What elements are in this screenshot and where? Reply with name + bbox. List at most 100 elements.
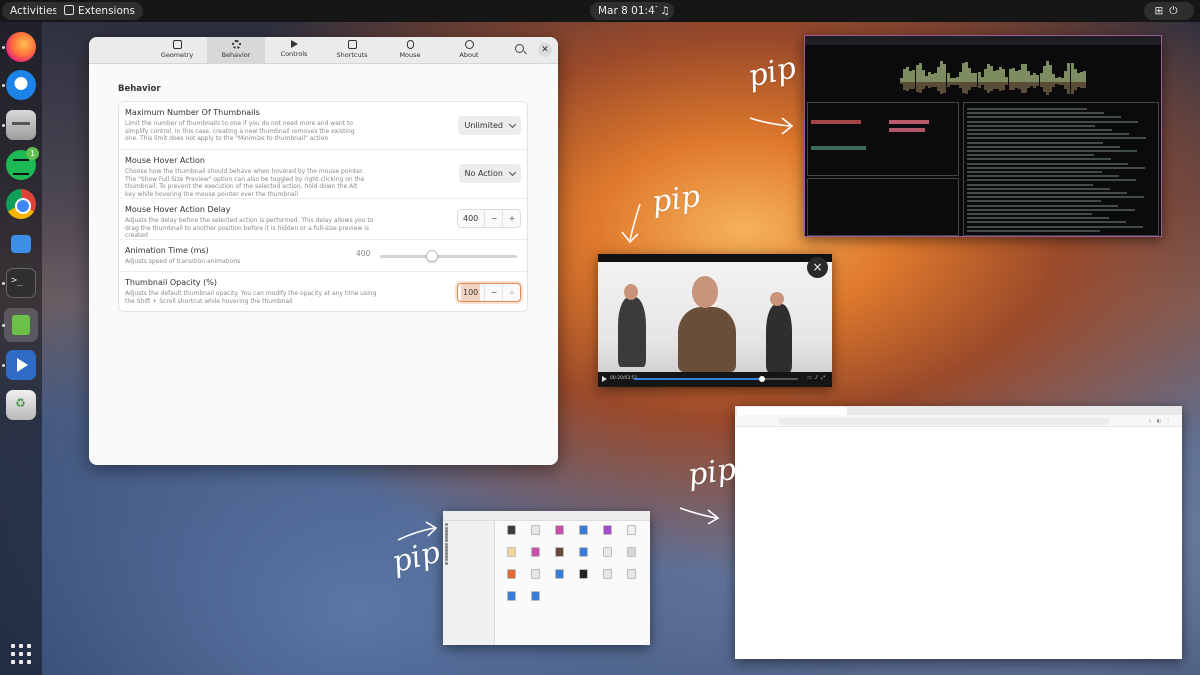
max-thumbnails-dropdown[interactable]: Unlimited — [458, 116, 521, 135]
file-item — [525, 525, 545, 542]
file-icon — [554, 547, 564, 557]
file-item — [525, 569, 545, 586]
power-icon: ⏻ — [1169, 5, 1184, 17]
file-item — [549, 525, 569, 542]
file-item — [597, 525, 617, 542]
thunderbird-icon[interactable] — [6, 70, 36, 100]
address-bar — [779, 418, 1109, 425]
decrement-button[interactable]: − — [484, 210, 503, 227]
file-item — [525, 547, 545, 564]
trash-icon[interactable] — [6, 390, 36, 420]
file-icon — [530, 569, 540, 579]
hover-action-dropdown[interactable]: No Action — [458, 164, 521, 183]
extensions-app-button[interactable]: Extensions — [56, 2, 144, 20]
waveform-bar — [1082, 71, 1086, 82]
chrome-icon[interactable] — [6, 189, 36, 219]
search-icon[interactable] — [515, 44, 524, 53]
file-icon — [602, 547, 612, 557]
top-bar: Activities Extensions Mar 8 01:47 ♫ ⊞⏻ — [0, 0, 1200, 22]
process-row — [967, 229, 1100, 232]
decrement-button[interactable]: − — [484, 284, 503, 301]
increment-button[interactable]: + — [502, 284, 521, 301]
process-row — [967, 187, 1110, 190]
process-row — [967, 162, 1128, 165]
hover-delay-spinbutton[interactable]: 400 − + — [457, 209, 521, 228]
row-title: Maximum Number Of Thumbnails — [125, 108, 260, 117]
play-icon[interactable] — [602, 376, 607, 382]
tab-controls[interactable]: Controls — [265, 37, 323, 64]
process-row — [967, 124, 1095, 127]
puzzle-icon[interactable] — [6, 228, 36, 258]
tab-about[interactable]: About — [440, 37, 498, 64]
waveform-bar — [1082, 82, 1086, 89]
file-icon — [530, 525, 540, 535]
firefox-icon[interactable] — [6, 32, 36, 62]
process-row — [967, 154, 1094, 157]
file-icon — [530, 547, 540, 557]
browser-thumbnail[interactable]: ☆ ◧ ⋮ — [735, 406, 1182, 659]
video-controls: 00:20/03:51 ▭♪⤢ — [598, 372, 832, 387]
file-item — [549, 547, 569, 564]
notification-bell-icon[interactable]: ♫ — [656, 2, 674, 20]
file-icon — [578, 569, 588, 579]
files-icon[interactable] — [6, 110, 36, 140]
net-panel — [807, 178, 959, 236]
terminal-thumbnail[interactable] — [804, 35, 1162, 237]
row-hover-action: Mouse Hover Action Choose how the thumbn… — [119, 150, 527, 199]
pip-annotation: pip — [685, 451, 739, 494]
mem-panel — [807, 102, 959, 176]
file-icon — [506, 525, 516, 535]
process-row — [967, 171, 1102, 173]
process-row — [967, 196, 1144, 199]
process-row — [967, 200, 1101, 203]
process-row — [967, 108, 1087, 110]
spin-value[interactable]: 100 — [461, 284, 481, 301]
process-row — [967, 179, 1136, 182]
mem-bar — [811, 146, 866, 150]
file-item — [501, 525, 521, 542]
row-description: Adjusts speed of transition animations — [125, 258, 241, 265]
increment-button[interactable]: + — [502, 210, 521, 227]
files-sidebar — [443, 521, 495, 645]
spin-value[interactable]: 400 — [463, 210, 478, 227]
process-row — [967, 217, 1109, 220]
process-row — [967, 150, 1137, 152]
tab-geometry[interactable]: Geometry — [148, 37, 206, 64]
animation-time-slider[interactable] — [380, 250, 517, 262]
video-progress[interactable] — [634, 376, 798, 382]
file-icon — [506, 591, 516, 601]
video-control-icons[interactable]: ▭♪⤢ — [807, 375, 828, 381]
close-icon[interactable]: ✕ — [538, 43, 552, 57]
file-item — [525, 591, 545, 608]
process-row — [967, 112, 1104, 115]
tab-shortcuts[interactable]: Shortcuts — [323, 37, 381, 64]
running-indicator — [2, 84, 5, 87]
files-thumbnail[interactable] — [443, 511, 650, 645]
slider-value: 400 — [356, 249, 371, 258]
person-right-head — [770, 292, 784, 306]
process-row — [967, 221, 1126, 224]
slider-handle[interactable] — [426, 250, 439, 262]
file-item — [501, 547, 521, 564]
video-editor-icon[interactable] — [6, 350, 36, 380]
mem-bar — [889, 128, 925, 132]
system-menu[interactable]: ⊞⏻ — [1144, 2, 1194, 20]
process-row — [967, 213, 1092, 215]
process-row — [967, 208, 1135, 211]
browser-toolbar-icons: ☆ ◧ ⋮ — [1148, 418, 1172, 423]
process-row — [967, 129, 1112, 131]
browser-toolbar: ☆ ◧ ⋮ — [735, 415, 1182, 427]
tab-mouse[interactable]: Mouse — [381, 37, 439, 64]
app-grid-icon[interactable] — [11, 644, 31, 664]
terminal-icon[interactable] — [6, 268, 36, 298]
thumbnail-titlebar — [805, 36, 1161, 45]
row-description: Choose how the thumbnail should behave w… — [125, 168, 365, 198]
close-icon[interactable]: × — [807, 257, 828, 278]
video-thumbnail[interactable]: × 00:20/03:51 ▭♪⤢ — [598, 254, 832, 387]
person-center-head — [692, 276, 718, 308]
opacity-spinbutton[interactable]: 100 − + — [457, 283, 521, 302]
file-item — [621, 569, 641, 586]
row-title: Thumbnail Opacity (%) — [125, 278, 218, 287]
extensions-icon[interactable] — [4, 308, 38, 342]
tab-behavior[interactable]: Behavior — [207, 37, 265, 64]
